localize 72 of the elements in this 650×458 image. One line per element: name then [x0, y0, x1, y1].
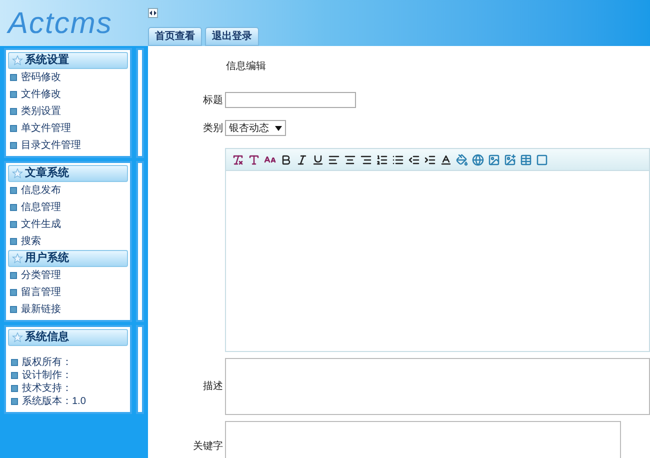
star-icon [12, 168, 23, 179]
menu-link[interactable]: 目录文件管理 [21, 138, 81, 153]
italic-icon[interactable] [296, 154, 308, 166]
field-label: 描述 [203, 380, 223, 394]
checkbox-icon[interactable] [536, 154, 548, 166]
logo: Actcms [8, 6, 112, 42]
info-text: 技术支持： [22, 382, 72, 396]
indent-icon[interactable] [424, 154, 436, 166]
bullet-icon [10, 187, 17, 194]
panel-header[interactable]: 用户系统 [8, 250, 128, 267]
bullet-list-icon[interactable] [392, 154, 404, 166]
align-center-icon[interactable] [344, 154, 356, 166]
numbered-list-icon[interactable] [376, 154, 388, 166]
bullet-icon [10, 74, 17, 81]
menu-link[interactable]: 分类管理 [21, 268, 61, 283]
text-color-icon[interactable] [440, 154, 452, 166]
bold-icon[interactable] [280, 154, 292, 166]
keywords-field[interactable] [225, 421, 621, 458]
bullet-icon [11, 385, 18, 392]
panel-header[interactable]: 系统信息 [8, 329, 128, 346]
bullet-icon [11, 398, 18, 405]
menu-link[interactable]: 密码修改 [21, 70, 61, 85]
star-icon [12, 332, 23, 343]
image-icon[interactable] [488, 154, 500, 166]
form-heading: 信息编辑 [226, 60, 267, 74]
insert-image-icon[interactable] [504, 154, 516, 166]
menu-link[interactable]: 文件修改 [21, 87, 61, 102]
bullet-icon [11, 359, 18, 366]
menu-link[interactable]: 信息管理 [21, 200, 61, 215]
panel-header[interactable]: 文章系统 [8, 165, 128, 182]
bullet-icon [10, 306, 17, 313]
menu-link[interactable]: 信息发布 [21, 183, 61, 198]
menu-link[interactable]: 最新链接 [21, 302, 61, 317]
star-icon [12, 253, 23, 264]
fill-color-icon[interactable] [456, 154, 468, 166]
info-text: 系统版本：1.0 [22, 394, 86, 409]
description-field[interactable] [225, 358, 650, 415]
align-left-icon[interactable] [328, 154, 340, 166]
dropdown-arrow-icon [275, 126, 282, 130]
star-icon [12, 55, 23, 66]
bullet-icon [10, 108, 17, 115]
bullet-icon [10, 238, 17, 245]
menu-link[interactable]: 留言管理 [21, 285, 61, 300]
nav-tab[interactable]: 首页查看 [148, 27, 202, 46]
menu-link[interactable]: 文件生成 [21, 217, 61, 232]
title-input[interactable] [225, 92, 356, 108]
collapse-toggle-icon[interactable] [148, 8, 158, 18]
remove-format-icon[interactable] [232, 154, 244, 166]
bullet-icon [10, 142, 17, 149]
globe-icon[interactable] [472, 154, 484, 166]
underline-icon[interactable] [312, 154, 324, 166]
bullet-icon [10, 125, 17, 132]
menu-link[interactable]: 类别设置 [21, 104, 61, 119]
outdent-icon[interactable] [408, 154, 420, 166]
field-label: 关键字 [193, 440, 223, 454]
menu-link[interactable]: 搜索 [21, 234, 41, 249]
field-label: 标题 [203, 94, 223, 108]
category-select[interactable]: 银杏动态 [225, 120, 286, 136]
bullet-icon [10, 289, 17, 296]
field-label: 类别 [203, 122, 223, 136]
info-text: 设计制作： [22, 368, 72, 382]
align-right-icon[interactable] [360, 154, 372, 166]
info-text: 版权所有： [22, 356, 72, 370]
bullet-icon [10, 272, 17, 279]
bullet-icon [10, 91, 17, 98]
bullet-icon [10, 204, 17, 211]
panel-header[interactable]: 系统设置 [8, 52, 128, 69]
bullet-icon [10, 221, 17, 228]
menu-link[interactable]: 单文件管理 [21, 121, 71, 136]
table-icon[interactable] [520, 154, 532, 166]
bullet-icon [11, 372, 18, 379]
nav-tab[interactable]: 退出登录 [205, 27, 259, 46]
